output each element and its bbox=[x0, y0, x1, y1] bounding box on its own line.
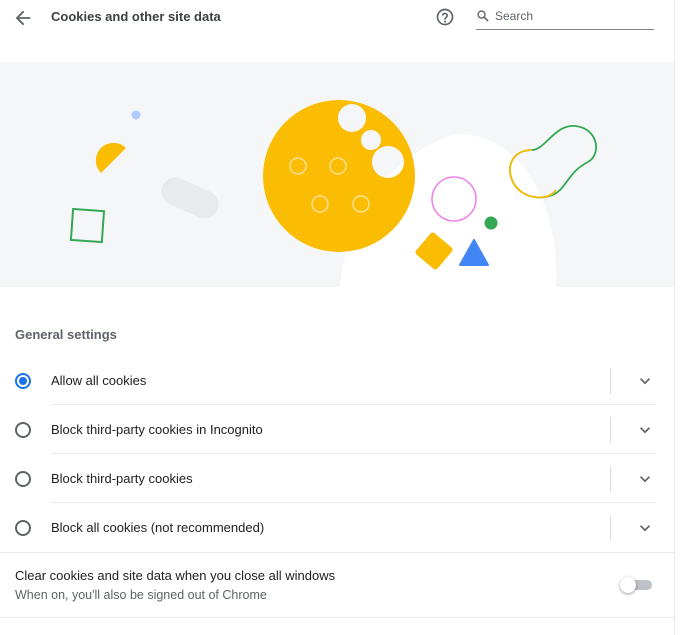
toggle-knob bbox=[620, 577, 636, 593]
expand-button[interactable] bbox=[635, 371, 655, 391]
arrow-back-icon bbox=[15, 10, 31, 26]
divider bbox=[610, 515, 611, 541]
page-title: Cookies and other site data bbox=[51, 9, 221, 24]
chevron-down-icon bbox=[640, 427, 650, 434]
option-label: Block third-party cookies bbox=[51, 471, 193, 486]
option-label: Allow all cookies bbox=[51, 373, 147, 388]
cookies-settings-page: Cookies and other site data Search Gener… bbox=[0, 0, 674, 635]
option-label: Block third-party cookies in Incognito bbox=[51, 422, 263, 437]
panel-edge bbox=[674, 0, 675, 635]
cookie-illustration-graphic bbox=[69, 100, 597, 287]
cookies-illustration bbox=[0, 62, 674, 287]
cookie-option-allow-all[interactable]: Allow all cookies bbox=[0, 356, 674, 405]
clear-on-exit-toggle[interactable] bbox=[620, 577, 654, 593]
back-button[interactable] bbox=[12, 7, 34, 29]
expand-button[interactable] bbox=[635, 518, 655, 538]
chevron-down-icon bbox=[640, 525, 650, 532]
radio-block-incognito[interactable] bbox=[15, 422, 31, 438]
chevron-down-icon bbox=[640, 378, 650, 385]
divider bbox=[610, 466, 611, 492]
radio-allow-all[interactable] bbox=[15, 373, 31, 389]
section-divider bbox=[0, 617, 674, 618]
clear-on-exit-row[interactable]: Clear cookies and site data when you clo… bbox=[0, 553, 674, 617]
radio-selected-dot bbox=[19, 377, 27, 385]
help-button[interactable] bbox=[435, 7, 455, 27]
help-icon bbox=[436, 8, 454, 26]
radio-block-third-party[interactable] bbox=[15, 471, 31, 487]
option-label: Block all cookies (not recommended) bbox=[51, 520, 265, 535]
general-settings-heading: General settings bbox=[15, 327, 117, 342]
divider bbox=[610, 417, 611, 443]
chevron-down-icon bbox=[640, 476, 650, 483]
clear-on-exit-label: Clear cookies and site data when you clo… bbox=[15, 568, 336, 583]
expand-button[interactable] bbox=[635, 469, 655, 489]
cookie-option-block-incognito[interactable]: Block third-party cookies in Incognito bbox=[0, 405, 674, 454]
cookie-option-block-third-party[interactable]: Block third-party cookies bbox=[0, 454, 674, 503]
cookie-option-block-all[interactable]: Block all cookies (not recommended) bbox=[0, 503, 674, 552]
search-input[interactable] bbox=[495, 7, 645, 25]
radio-block-all[interactable] bbox=[15, 520, 31, 536]
divider bbox=[610, 368, 611, 394]
clear-on-exit-sublabel: When on, you'll also be signed out of Ch… bbox=[15, 588, 267, 602]
search-field[interactable] bbox=[476, 6, 654, 30]
search-icon bbox=[477, 10, 489, 22]
expand-button[interactable] bbox=[635, 420, 655, 440]
page-header: Cookies and other site data bbox=[0, 0, 674, 34]
